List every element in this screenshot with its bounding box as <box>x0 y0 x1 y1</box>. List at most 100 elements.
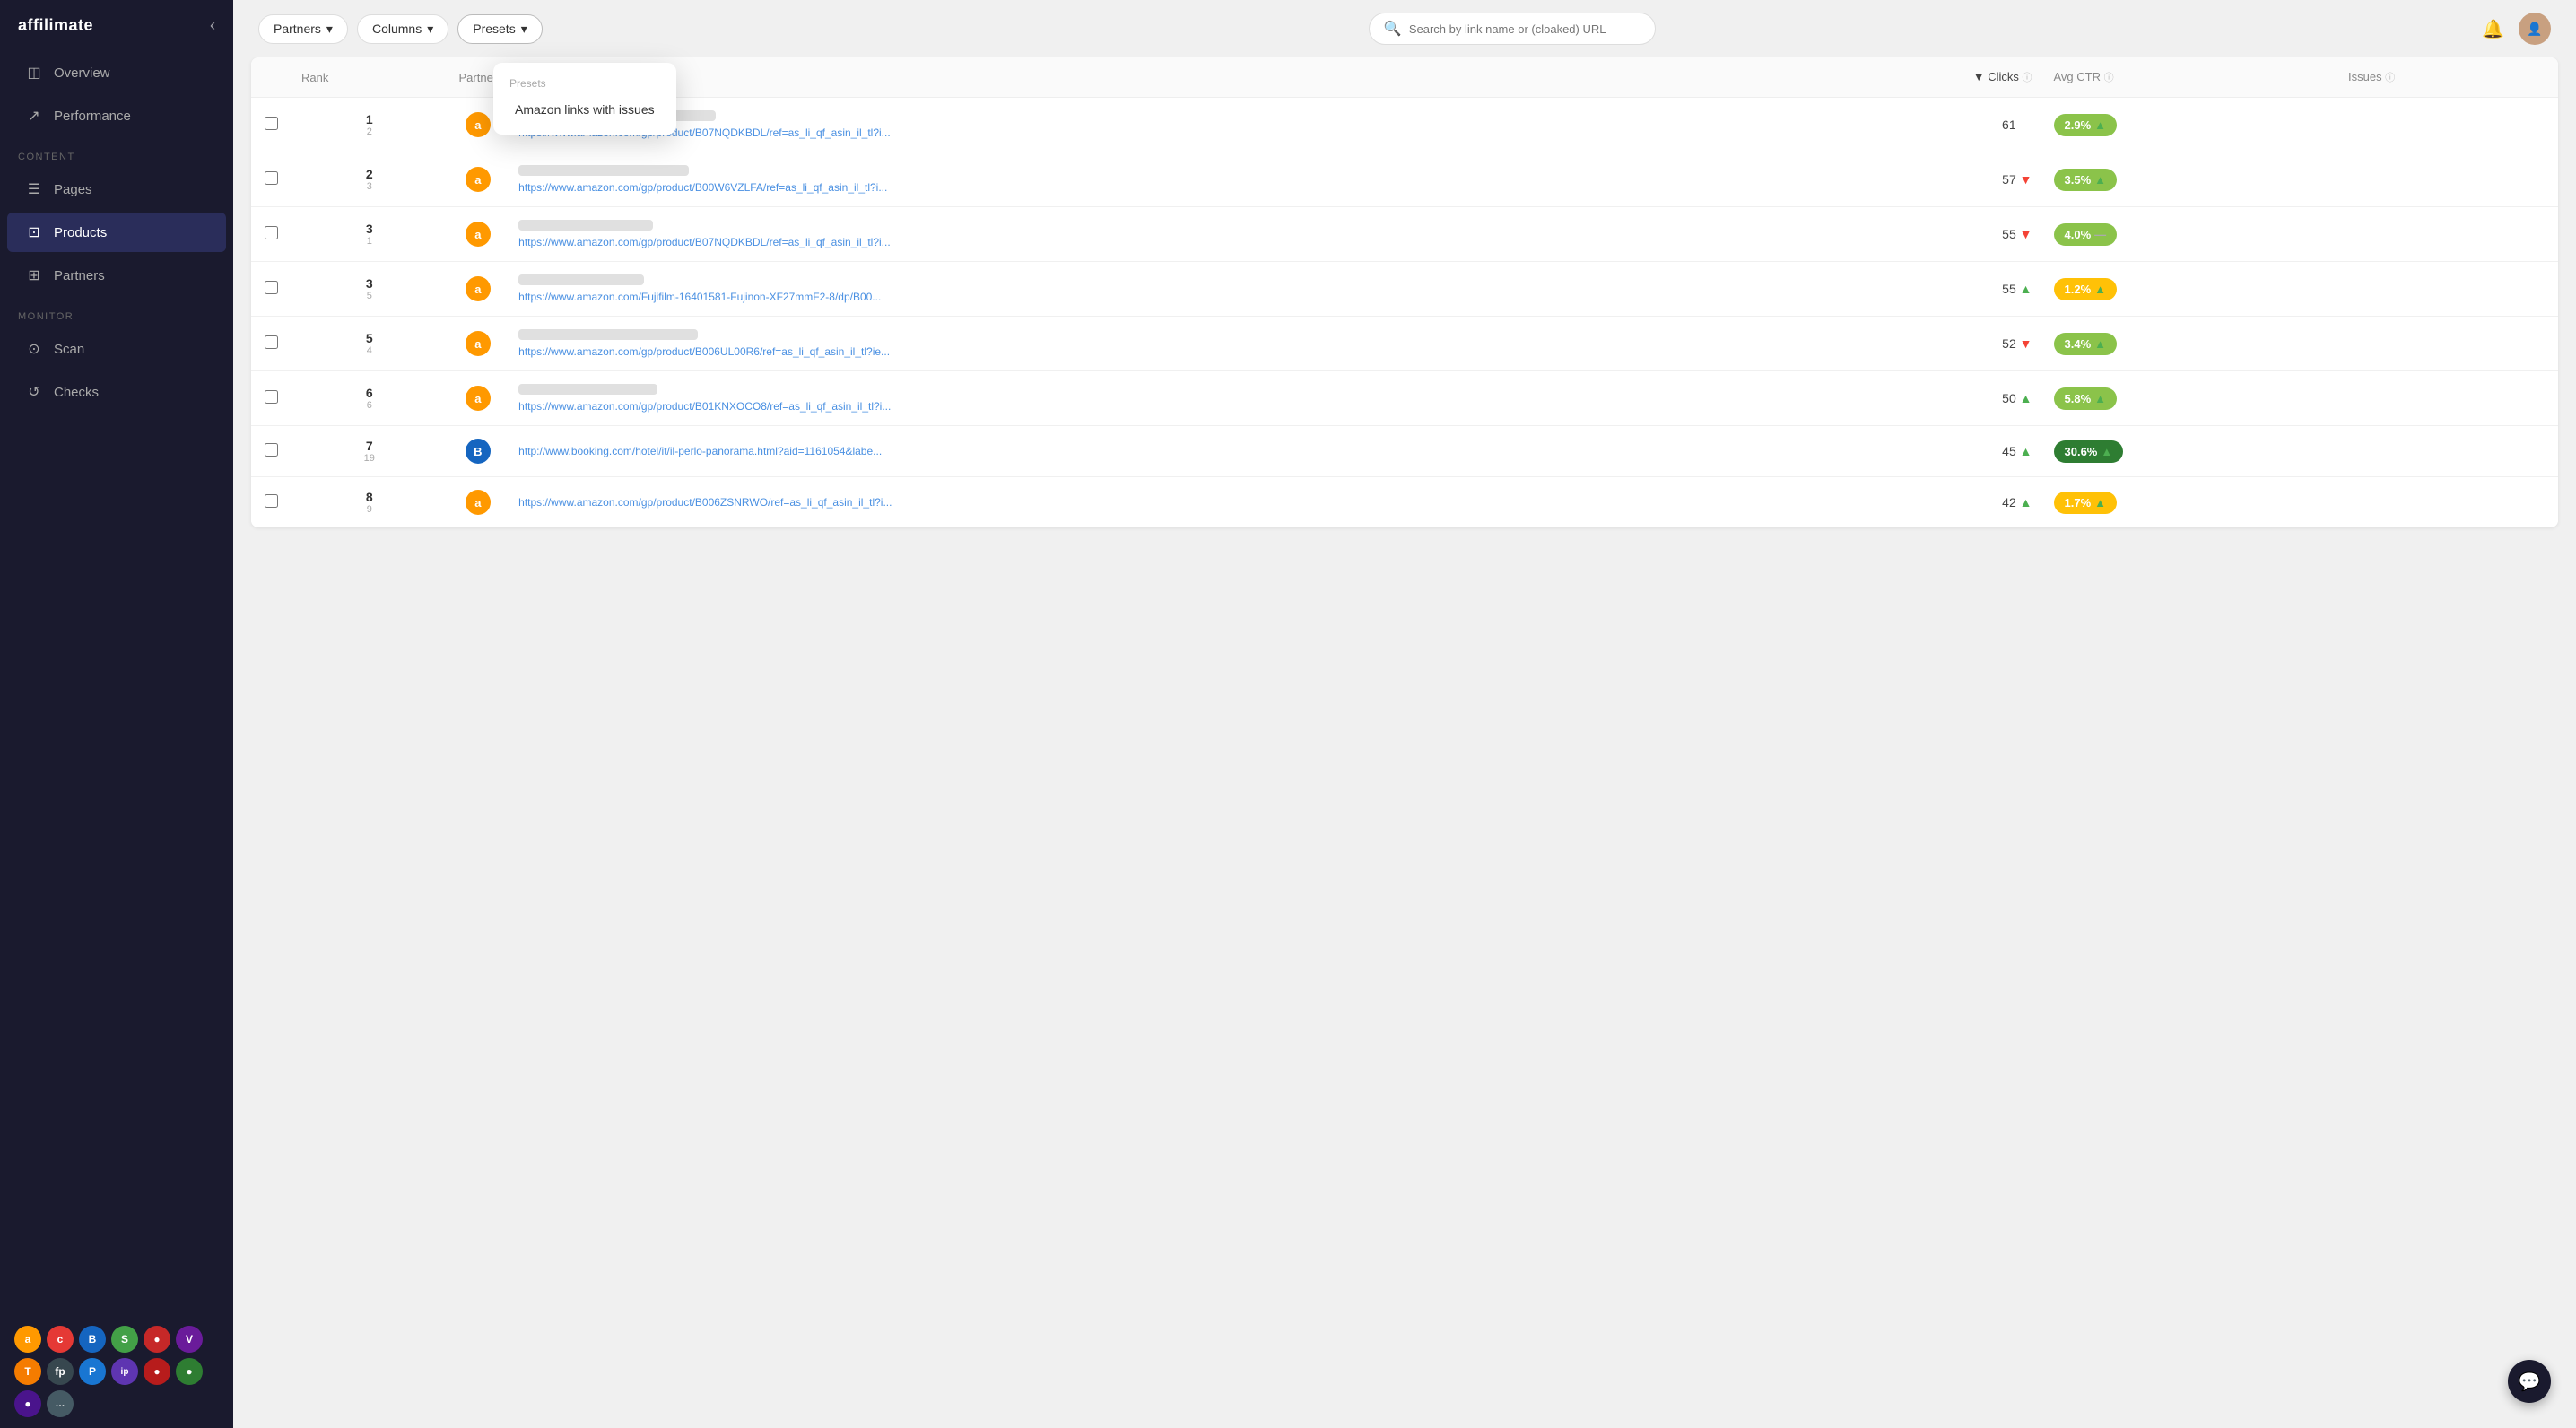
th-clicks[interactable]: ▼ Clicks ⓘ <box>1783 57 2043 98</box>
sidebar-item-checks[interactable]: ↺ Checks <box>7 372 226 412</box>
rank-main: 8 <box>301 490 438 504</box>
partner-badge: B <box>466 439 491 464</box>
sidebar: affilimate ‹ ◫ Overview ↗ Performance CO… <box>0 0 233 1428</box>
link-url[interactable]: https://www.amazon.com/gp/product/B01KNX… <box>518 400 1772 413</box>
presets-filter-button[interactable]: Presets ▾ <box>457 14 543 44</box>
link-url[interactable]: http://www.booking.com/hotel/it/il-perlo… <box>518 445 1772 457</box>
issues-cell <box>2337 477 2558 528</box>
ctr-cell: 3.4% ▲ <box>2043 317 2338 371</box>
rank-cell: 3 5 <box>291 262 448 317</box>
link-url[interactable]: https://www.amazon.com/gp/product/B07NQD… <box>518 126 1772 139</box>
rank-sub: 4 <box>301 345 438 356</box>
topbar: Partners ▾ Columns ▾ Presets ▾ 🔍 🔔 👤 <box>233 0 2576 57</box>
table-container: Rank Partner Name ▼ Clicks ⓘ Avg CTR ⓘ I… <box>233 57 2576 1428</box>
chevron-down-icon: ▾ <box>521 22 527 37</box>
partner-badge: a <box>466 112 491 137</box>
ctr-badge: 2.9% ▲ <box>2054 114 2118 136</box>
name-cell: https://www.amazon.com/gp/product/B00W6V… <box>508 152 1783 207</box>
collapse-sidebar-button[interactable]: ‹ <box>210 16 215 35</box>
partner-icon-v[interactable]: V <box>176 1326 203 1353</box>
search-bar[interactable]: 🔍 <box>1369 13 1656 45</box>
partner-badge: a <box>466 331 491 356</box>
name-cell: https://www.amazon.com/gp/product/B006UL… <box>508 317 1783 371</box>
partner-cell: a <box>448 317 509 371</box>
clicks-cell: 57 ▼ <box>1783 152 2043 207</box>
row-checkbox[interactable] <box>265 335 278 349</box>
checks-icon: ↺ <box>25 383 43 401</box>
name-cell: https://www.amazon.com/Fujifilm-16401581… <box>508 262 1783 317</box>
th-avg-ctr[interactable]: Avg CTR ⓘ <box>2043 57 2338 98</box>
sidebar-item-label: Pages <box>54 182 92 197</box>
partner-icon-dot2[interactable]: ● <box>144 1358 170 1385</box>
presets-dropdown: Presets Amazon links with issues <box>493 63 676 135</box>
partner-icon-t[interactable]: T <box>14 1358 41 1385</box>
partner-badge: a <box>466 167 491 192</box>
sidebar-item-pages[interactable]: ☰ Pages <box>7 170 226 209</box>
notifications-bell-icon[interactable]: 🔔 <box>2482 18 2504 40</box>
search-icon: 🔍 <box>1384 20 1402 38</box>
partner-icon-ip[interactable]: ip <box>111 1358 138 1385</box>
search-input[interactable] <box>1409 22 1640 36</box>
link-url[interactable]: https://www.amazon.com/gp/product/B07NQD… <box>518 236 1772 248</box>
partner-icon-c[interactable]: c <box>47 1326 74 1353</box>
user-avatar[interactable]: 👤 <box>2519 13 2551 45</box>
name-blur <box>518 274 644 285</box>
sidebar-item-overview[interactable]: ◫ Overview <box>7 53 226 92</box>
row-checkbox[interactable] <box>265 117 278 130</box>
partner-icon-dot1[interactable]: ● <box>144 1326 170 1353</box>
sidebar-item-performance[interactable]: ↗ Performance <box>7 96 226 135</box>
partner-cell: a <box>448 262 509 317</box>
rank-cell: 5 4 <box>291 317 448 371</box>
partner-icon-amazon[interactable]: a <box>14 1326 41 1353</box>
sidebar-item-products[interactable]: ⊡ Products <box>7 213 226 252</box>
columns-filter-button[interactable]: Columns ▾ <box>357 14 448 44</box>
trend-up-icon: ▲ <box>2020 391 2032 405</box>
partners-filter-button[interactable]: Partners ▾ <box>258 14 348 44</box>
th-rank: Rank <box>291 57 448 98</box>
app-logo: affilimate <box>18 16 93 35</box>
row-checkbox[interactable] <box>265 281 278 294</box>
partner-badge: a <box>466 276 491 301</box>
sidebar-item-label: Performance <box>54 109 131 124</box>
trend-up-icon: ▲ <box>2094 283 2106 296</box>
row-checkbox[interactable] <box>265 226 278 239</box>
partner-icon-more[interactable]: … <box>47 1390 74 1417</box>
chat-bubble-button[interactable]: 💬 <box>2508 1360 2551 1403</box>
main-content: Partners ▾ Columns ▾ Presets ▾ 🔍 🔔 👤 <box>233 0 2576 1428</box>
partner-badge: a <box>466 490 491 515</box>
sidebar-header: affilimate ‹ <box>0 0 233 51</box>
partner-icon-fp[interactable]: fp <box>47 1358 74 1385</box>
issues-cell <box>2337 426 2558 477</box>
partner-icon-p[interactable]: P <box>79 1358 106 1385</box>
row-checkbox[interactable] <box>265 171 278 185</box>
clicks-cell: 52 ▼ <box>1783 317 2043 371</box>
th-issues[interactable]: Issues ⓘ <box>2337 57 2558 98</box>
row-checkbox[interactable] <box>265 494 278 508</box>
link-url[interactable]: https://www.amazon.com/gp/product/B00W6V… <box>518 181 1772 194</box>
trend-up-icon: ▲ <box>2094 337 2106 351</box>
partner-icon-dot4[interactable]: ● <box>14 1390 41 1417</box>
row-checkbox[interactable] <box>265 390 278 404</box>
ctr-cell: 1.7% ▲ <box>2043 477 2338 528</box>
ctr-cell: 3.5% ▲ <box>2043 152 2338 207</box>
ctr-badge: 4.0% — <box>2054 223 2118 246</box>
partner-icon-b[interactable]: B <box>79 1326 106 1353</box>
trend-neutral-icon: — <box>2094 228 2106 241</box>
trend-down-icon: ▼ <box>2020 227 2032 241</box>
link-url[interactable]: https://www.amazon.com/gp/product/B006UL… <box>518 345 1772 358</box>
sidebar-item-label: Checks <box>54 385 99 400</box>
partners-icon: ⊞ <box>25 266 43 284</box>
sidebar-item-label: Overview <box>54 65 110 81</box>
row-checkbox[interactable] <box>265 443 278 457</box>
sidebar-item-partners[interactable]: ⊞ Partners <box>7 256 226 295</box>
link-url[interactable]: https://www.amazon.com/gp/product/B006ZS… <box>518 496 1772 509</box>
link-url[interactable]: https://www.amazon.com/Fujifilm-16401581… <box>518 291 1772 303</box>
performance-icon: ↗ <box>25 107 43 125</box>
sidebar-item-scan[interactable]: ⊙ Scan <box>7 329 226 369</box>
partner-icon-s[interactable]: S <box>111 1326 138 1353</box>
partner-icon-dot3[interactable]: ● <box>176 1358 203 1385</box>
trend-up-icon: ▲ <box>2101 445 2112 458</box>
dropdown-item-amazon-issues[interactable]: Amazon links with issues <box>499 93 671 126</box>
table-row: 7 19 B http://www.booking.com/hotel/it/i… <box>251 426 2558 477</box>
trend-up-icon: ▲ <box>2020 495 2032 509</box>
